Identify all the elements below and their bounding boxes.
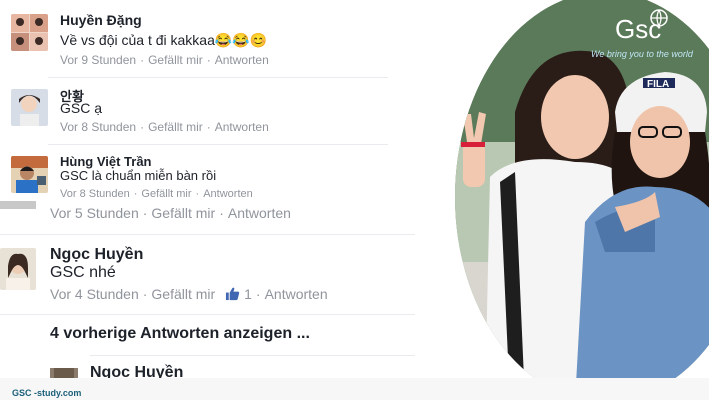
brand-logo: Gsc [615, 8, 675, 48]
divider [90, 355, 415, 356]
timestamp: Vor 5 Stunden [50, 205, 139, 221]
avatar[interactable] [0, 248, 36, 290]
comment-text-body: Về vs đội của t đi kakkaa [60, 32, 215, 48]
timestamp: Vor 8 Stunden [60, 120, 137, 134]
comment-text: GSC nhé [50, 264, 116, 281]
emoji: 😂😂😊 [214, 32, 268, 48]
reply-link[interactable]: Antworten [265, 286, 328, 302]
reply-link[interactable]: Antworten [215, 120, 269, 134]
show-previous-replies-link[interactable]: 4 vorherige Antworten anzeigen ... [50, 325, 310, 343]
divider [48, 144, 388, 145]
avatar[interactable] [11, 89, 48, 126]
like-link[interactable]: Gefällt mir [148, 53, 203, 67]
thumbs-up-icon [226, 287, 240, 301]
logo-globe-icon [650, 9, 668, 28]
reply-link[interactable]: Antworten [228, 205, 291, 221]
footer-watermark: GSC -study.com [12, 388, 82, 398]
commenter-name[interactable]: Hùng Việt Trần [60, 154, 152, 169]
divider [48, 77, 388, 78]
comment-text: GSC là chuẩn miễn bàn rồi [60, 168, 217, 183]
reply-link[interactable]: Antworten [203, 188, 253, 200]
comment-meta: Vor 8 Stunden · Gefällt mir · Antworten [60, 188, 253, 200]
comment-text: Về vs đội của t đi kakkaa😂😂😊 [60, 32, 267, 49]
timestamp: Vor 8 Stunden [60, 188, 130, 200]
reply-link[interactable]: Antworten [215, 53, 269, 67]
timestamp: Vor 4 Stunden [50, 286, 139, 302]
cap-brand-text: FILA [647, 79, 669, 90]
like-link[interactable]: Gefällt mir [151, 205, 215, 221]
like-link[interactable]: Gefällt mir [151, 286, 215, 302]
divider [0, 314, 415, 315]
parent-comment-meta: Vor 5 Stunden · Gefällt mir · Antworten [50, 205, 291, 221]
comments-panel: Huyền Đặng Về vs đội của t đi kakkaa😂😂😊 … [0, 0, 455, 400]
comment-text: GSC ạ [60, 100, 103, 116]
commenter-name[interactable]: Huyền Đặng [60, 12, 142, 28]
footer-bar [0, 378, 709, 400]
timestamp: Vor 9 Stunden [60, 53, 137, 67]
two-girls-photo: FILA [455, 0, 709, 400]
avatar[interactable] [11, 14, 48, 51]
promo-image: FILA Gsc We bring you to the world [455, 0, 709, 400]
brand-slogan: We bring you to the world [591, 49, 693, 59]
comment-meta: Vor 9 Stunden · Gefällt mir · Antworten [60, 53, 269, 67]
divider [0, 234, 415, 235]
comment-meta: Vor 4 Stunden · Gefällt mir 1 · Antworten [50, 286, 328, 302]
commenter-name[interactable]: Ngọc Huyền [50, 246, 143, 264]
comment-meta: Vor 8 Stunden · Gefällt mir · Antworten [60, 120, 269, 134]
avatar-edge [0, 201, 36, 209]
like-link[interactable]: Gefällt mir [141, 188, 191, 200]
like-link[interactable]: Gefällt mir [148, 120, 203, 134]
like-count-value: 1 [244, 286, 252, 302]
photo-circle: FILA [455, 0, 709, 400]
avatar[interactable] [11, 156, 48, 193]
like-count[interactable]: 1 [225, 286, 252, 302]
